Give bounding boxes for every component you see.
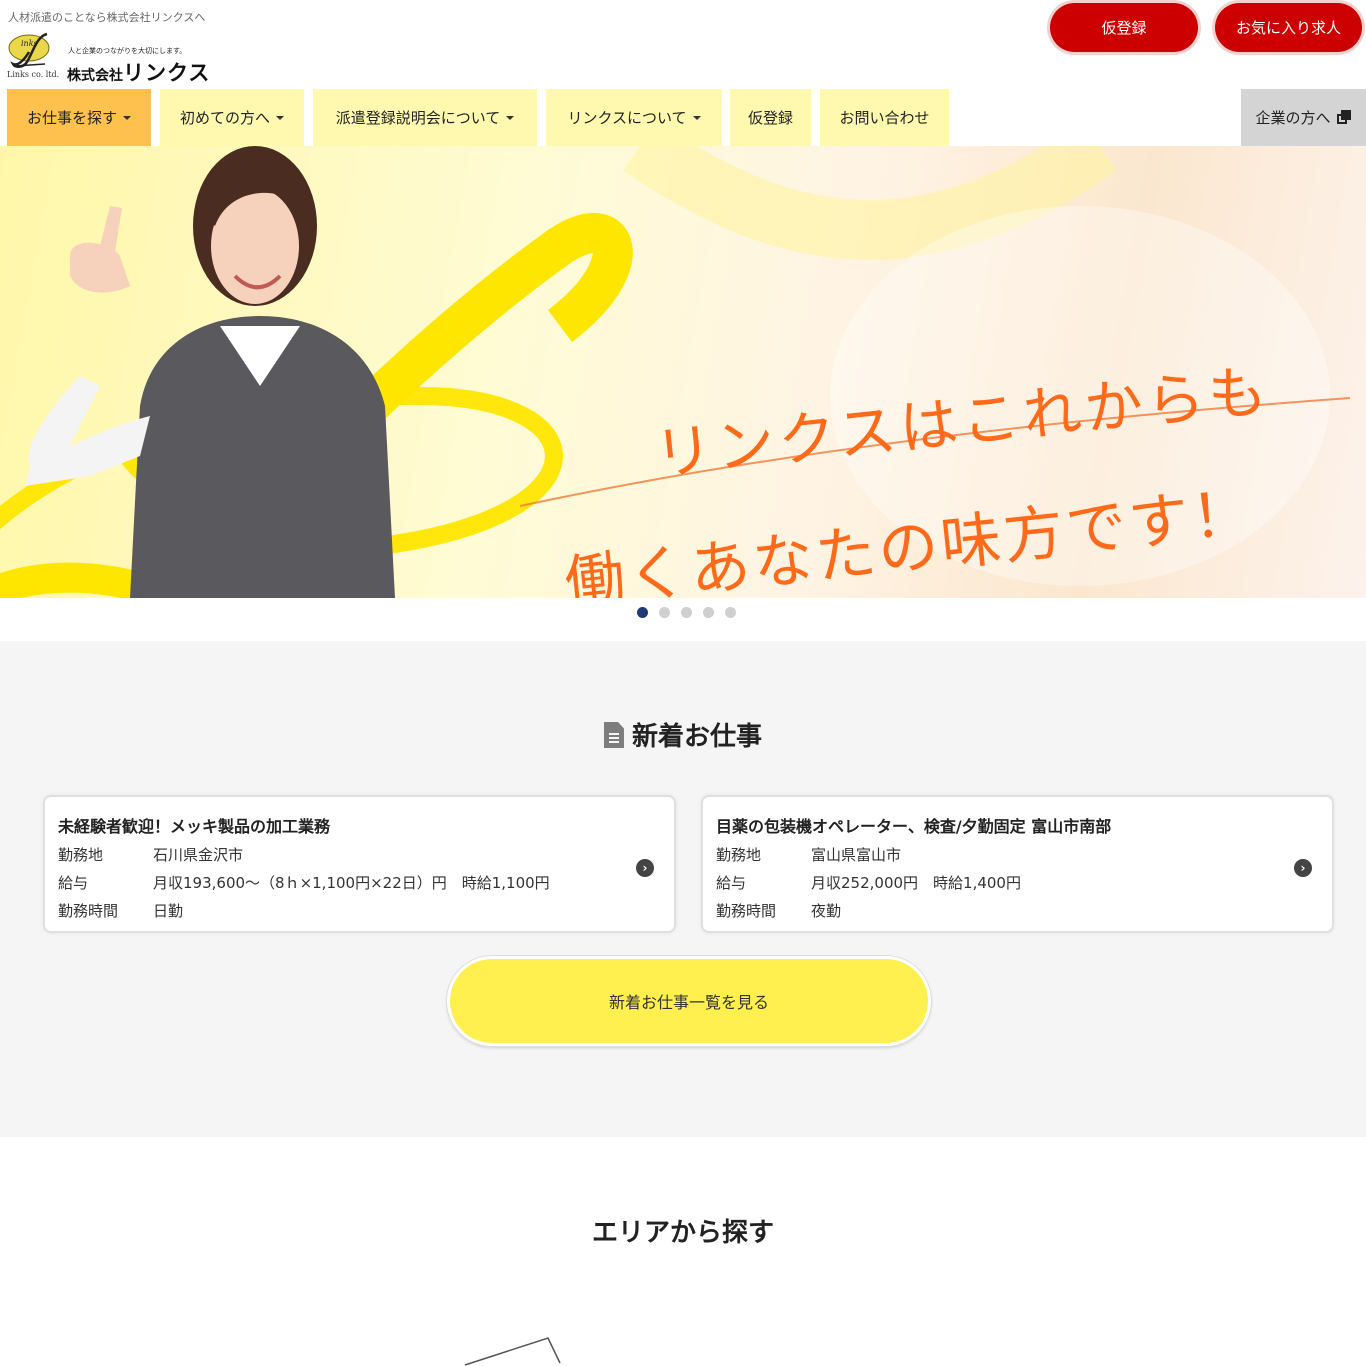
new-jobs-section: 新着お仕事 未経験者歓迎！メッキ製品の加工業務 勤務地 石川県金沢市 給与 月収19… — [0, 641, 1366, 1137]
caret-down-icon — [692, 115, 701, 120]
slide-dot-4[interactable] — [703, 607, 714, 618]
area-map-outline — [464, 1337, 561, 1366]
job-card[interactable]: 未経験者歓迎！メッキ製品の加工業務 勤務地 石川県金沢市 給与 月収193,600～… — [43, 795, 676, 933]
area-search-heading: エリアから探す — [591, 1218, 774, 1248]
job-title: 未経験者歓迎！メッキ製品の加工業務 — [58, 817, 331, 836]
slide-dot-3[interactable] — [681, 607, 692, 618]
job-field-value: 月収193,600～（8ｈ×1,100円×22日）円 時給1,100円 — [153, 874, 550, 892]
slide-dot-2[interactable] — [659, 607, 670, 618]
nav-label: リンクスについて — [567, 109, 687, 127]
job-field-label: 給与 — [716, 874, 747, 892]
caret-down-icon — [506, 115, 515, 120]
site-tagline: 人材派遣のことなら株式会社リンクスへ — [8, 11, 206, 24]
job-field-label: 勤務時間 — [58, 902, 119, 920]
job-field-label: 給与 — [58, 874, 89, 892]
company-prefix: 株式会社 — [67, 68, 123, 84]
document-icon — [603, 722, 624, 748]
new-jobs-title: 新着お仕事 — [631, 722, 762, 752]
nav-label: お仕事を探す — [26, 109, 117, 127]
slider-pagination — [637, 607, 736, 618]
nav-register[interactable]: 仮登録 — [730, 89, 811, 146]
nav-about-links[interactable]: リンクスについて — [546, 89, 722, 146]
job-field-label: 勤務地 — [716, 846, 762, 864]
job-card[interactable]: 目薬の包装機オペレーター、検査/夕勤固定 富山市南部 勤務地 富山県富山市 給与 月… — [701, 795, 1334, 933]
caret-down-icon — [276, 115, 284, 120]
main-nav: お仕事を探す 初めての方へ 派遣登録説明会について リンクスについて 仮登録 お… — [0, 89, 1366, 146]
register-button[interactable]: 仮登録 — [1050, 3, 1198, 52]
new-jobs-heading: 新着お仕事 — [0, 716, 1366, 753]
job-field-value: 日勤 — [153, 902, 184, 920]
job-salary-row: 給与 月収193,600～（8ｈ×1,100円×22日）円 時給1,100円 — [58, 872, 550, 893]
job-salary-row: 給与 月収252,000円 時給1,400円 — [716, 872, 1021, 893]
nav-contact[interactable]: お問い合わせ — [820, 89, 949, 146]
chevron-right-circle-icon[interactable]: › — [1294, 859, 1312, 877]
external-link-icon — [1336, 110, 1352, 125]
job-location-row: 勤務地 富山県富山市 — [716, 844, 901, 865]
nav-label: 派遣登録説明会について — [335, 109, 501, 127]
job-field-label: 勤務時間 — [716, 902, 777, 920]
job-field-value: 夜勤 — [811, 902, 842, 920]
model-photo — [25, 146, 395, 598]
job-hours-row: 勤務時間 夜勤 — [716, 900, 841, 921]
nav-first-time[interactable]: 初めての方へ — [160, 89, 304, 146]
slide-dot-1[interactable] — [637, 607, 648, 618]
nav-for-companies[interactable]: 企業の方へ — [1241, 89, 1366, 146]
job-hours-row: 勤務時間 日勤 — [58, 900, 183, 921]
job-field-value: 月収252,000円 時給1,400円 — [811, 874, 1021, 892]
nav-label: 初めての方へ — [179, 109, 270, 127]
hero-slider[interactable]: リンクスはこれからも 働くあなたの味方です！ — [0, 146, 1366, 598]
company-logo[interactable]: inks Links co. ltd. 人と企業のつながりを大切にします。 株式… — [7, 32, 232, 85]
job-field-value: 石川県金沢市 — [153, 846, 244, 864]
job-field-label: 勤務地 — [58, 846, 104, 864]
nav-registration-briefing[interactable]: 派遣登録説明会について — [313, 89, 537, 146]
job-location-row: 勤務地 石川県金沢市 — [58, 844, 243, 865]
nav-find-jobs[interactable]: お仕事を探す — [7, 89, 151, 146]
favorite-jobs-button[interactable]: お気に入り求人 — [1215, 3, 1362, 52]
nav-label: 企業の方へ — [1255, 109, 1331, 127]
job-field-value: 富山県富山市 — [811, 846, 902, 864]
nav-label: お問い合わせ — [839, 109, 930, 127]
view-all-new-jobs-button[interactable]: 新着お仕事一覧を見る — [447, 956, 931, 1046]
nav-label: 仮登録 — [747, 109, 793, 127]
logo-tagline: 人と企業のつながりを大切にします。 — [68, 47, 187, 55]
job-title: 目薬の包装機オペレーター、検査/夕勤固定 富山市南部 — [716, 817, 1112, 836]
company-name-main: リンクス — [123, 61, 211, 85]
svg-text:inks: inks — [21, 39, 38, 48]
caret-down-icon — [123, 115, 131, 120]
logo-subtext: Links co. ltd. — [7, 70, 60, 79]
slide-dot-5[interactable] — [725, 607, 736, 618]
chevron-right-circle-icon[interactable]: › — [636, 859, 654, 877]
company-name: 株式会社リンクス — [67, 57, 210, 87]
